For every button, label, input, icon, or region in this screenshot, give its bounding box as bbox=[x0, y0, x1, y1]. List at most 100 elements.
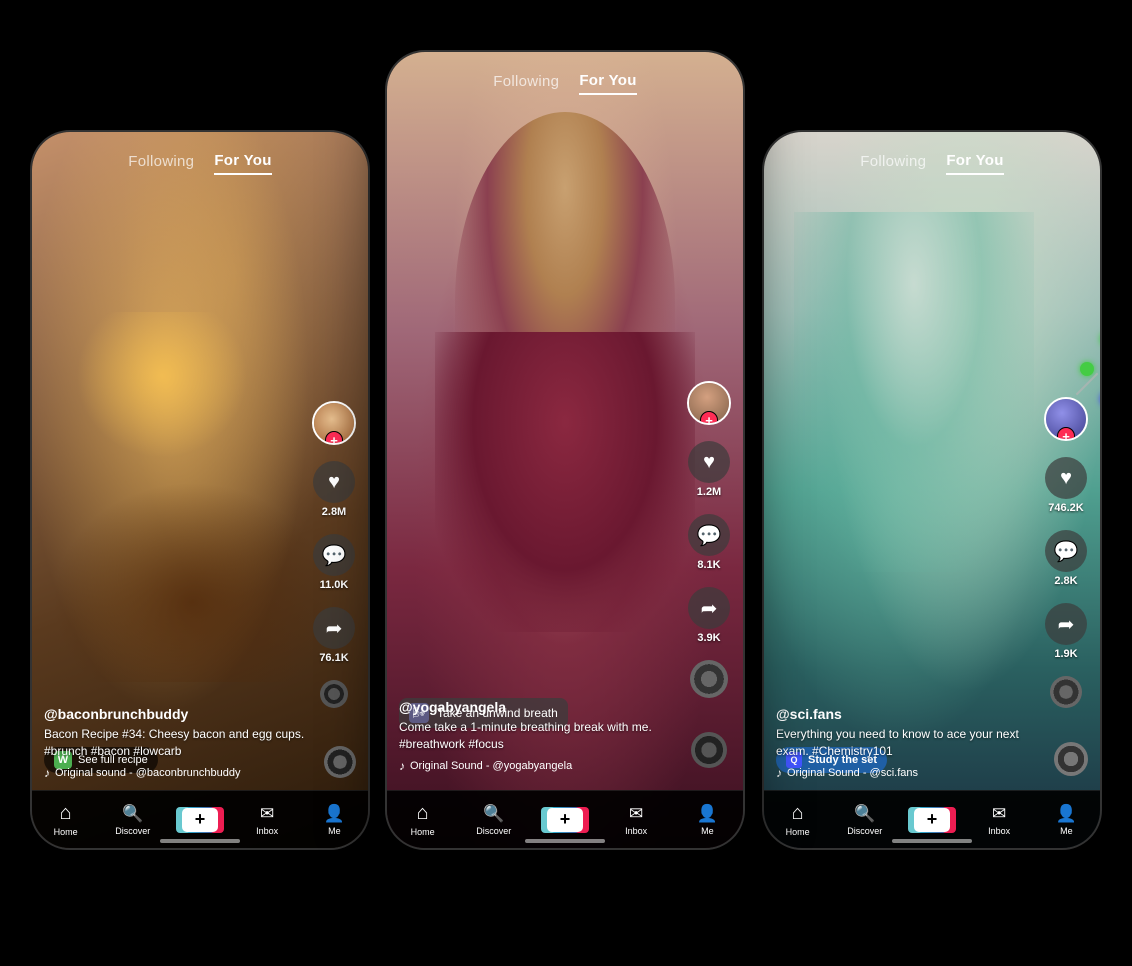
for-you-tab-center[interactable]: For You bbox=[579, 68, 636, 95]
discover-icon-left: 🔍 bbox=[122, 804, 143, 824]
music-note-center: ♪ bbox=[399, 759, 405, 773]
discover-icon-center: 🔍 bbox=[483, 804, 504, 824]
home-label-center: Home bbox=[411, 827, 435, 837]
description-left: Bacon Recipe #34: Cheesy bacon and egg c… bbox=[44, 726, 308, 760]
add-btn-right[interactable]: + bbox=[912, 807, 952, 833]
spinning-disc-center bbox=[691, 732, 727, 768]
like-btn-left[interactable]: ♥ 2.8M bbox=[313, 461, 355, 518]
comment-count-center: 8.1K bbox=[697, 559, 720, 571]
phone-left: Following For You + ♥ 2.8M 💬 11.0K ➦ 76.… bbox=[30, 130, 370, 850]
phone-left-screen: Following For You + ♥ 2.8M 💬 11.0K ➦ 76.… bbox=[32, 132, 368, 848]
me-icon-left: 👤 bbox=[324, 804, 345, 824]
music-disc-right bbox=[1050, 676, 1082, 708]
add-inner-center: + bbox=[547, 808, 583, 832]
music-row-left: ♪ Original sound - @baconbrunchbuddy bbox=[44, 766, 308, 780]
inbox-label-right: Inbox bbox=[988, 826, 1010, 836]
heart-icon-center: ♥ bbox=[688, 441, 730, 483]
like-btn-center[interactable]: ♥ 1.2M bbox=[688, 441, 730, 498]
comment-icon-left: 💬 bbox=[313, 534, 355, 576]
nav-discover-left[interactable]: 🔍 Discover bbox=[108, 804, 158, 836]
inbox-label-center: Inbox bbox=[625, 826, 647, 836]
nav-inbox-left[interactable]: ✉ Inbox bbox=[242, 804, 292, 836]
follow-plus-right[interactable]: + bbox=[1057, 427, 1075, 441]
comment-btn-right[interactable]: 💬 2.8K bbox=[1045, 530, 1087, 587]
nav-home-center[interactable]: ⌂ Home bbox=[398, 802, 448, 837]
nav-home-left[interactable]: ⌂ Home bbox=[41, 802, 91, 837]
add-inner-right: + bbox=[914, 808, 950, 832]
follow-plus-center[interactable]: + bbox=[700, 411, 718, 425]
top-nav-left: Following For You bbox=[32, 132, 368, 175]
discover-label-center: Discover bbox=[476, 826, 511, 836]
like-count-center: 1.2M bbox=[697, 486, 721, 498]
avatar-btn-left[interactable]: + bbox=[312, 401, 356, 445]
comment-count-left: 11.0K bbox=[320, 579, 349, 591]
comment-count-right: 2.8K bbox=[1054, 575, 1077, 587]
comment-btn-center[interactable]: 💬 8.1K bbox=[688, 514, 730, 571]
nav-add-left[interactable]: + bbox=[175, 807, 225, 833]
follow-plus-left[interactable]: + bbox=[325, 431, 343, 445]
right-actions-right: + ♥ 746.2K 💬 2.8K ➦ 1.9K bbox=[1044, 397, 1088, 708]
add-inner-left: + bbox=[182, 808, 218, 832]
username-left: @baconbrunchbuddy bbox=[44, 706, 308, 722]
like-btn-right[interactable]: ♥ 746.2K bbox=[1045, 457, 1087, 514]
music-text-right: Original Sound - @sci.fans bbox=[787, 767, 918, 779]
discover-label-right: Discover bbox=[847, 826, 882, 836]
share-icon-center: ➦ bbox=[688, 587, 730, 629]
me-icon-center: 👤 bbox=[697, 804, 718, 824]
discover-label-left: Discover bbox=[115, 826, 150, 836]
music-note-left: ♪ bbox=[44, 766, 50, 780]
avatar-right: + bbox=[1044, 397, 1088, 441]
spinning-disc-right bbox=[1054, 742, 1088, 776]
following-tab-right[interactable]: Following bbox=[860, 149, 926, 174]
comment-icon-right: 💬 bbox=[1045, 530, 1087, 572]
share-count-center: 3.9K bbox=[697, 632, 720, 644]
share-btn-right[interactable]: ➦ 1.9K bbox=[1045, 603, 1087, 660]
bottom-info-center: @yogabyangela Come take a 1-minute breat… bbox=[399, 699, 683, 773]
share-count-left: 76.1K bbox=[319, 652, 348, 664]
avatar-btn-right[interactable]: + bbox=[1044, 397, 1088, 441]
share-btn-center[interactable]: ➦ 3.9K bbox=[688, 587, 730, 644]
inbox-icon-left: ✉ bbox=[260, 804, 274, 824]
nav-me-left[interactable]: 👤 Me bbox=[309, 804, 359, 836]
phone-right-screen: Following For You + ♥ 746.2K 💬 2.8K ➦ 1.… bbox=[764, 132, 1100, 848]
home-icon-left: ⌂ bbox=[60, 802, 72, 825]
music-row-center: ♪ Original Sound - @yogabyangela bbox=[399, 759, 683, 773]
avatar-left: + bbox=[312, 401, 356, 445]
music-row-right: ♪ Original Sound - @sci.fans bbox=[776, 766, 1040, 780]
description-center: Come take a 1-minute breathing break wit… bbox=[399, 719, 683, 753]
username-right: @sci.fans bbox=[776, 706, 1040, 722]
nav-inbox-right[interactable]: ✉ Inbox bbox=[974, 804, 1024, 836]
right-actions-center: + ♥ 1.2M 💬 8.1K ➦ 3.9K bbox=[687, 381, 731, 698]
right-actions-left: + ♥ 2.8M 💬 11.0K ➦ 76.1K bbox=[312, 401, 356, 708]
nav-home-right[interactable]: ⌂ Home bbox=[773, 802, 823, 837]
share-icon-right: ➦ bbox=[1045, 603, 1087, 645]
nav-add-center[interactable]: + bbox=[540, 807, 590, 833]
nav-me-center[interactable]: 👤 Me bbox=[682, 804, 732, 836]
avatar-btn-center[interactable]: + bbox=[687, 381, 731, 425]
username-center: @yogabyangela bbox=[399, 699, 683, 715]
nav-discover-center[interactable]: 🔍 Discover bbox=[469, 804, 519, 836]
avatar-center: + bbox=[687, 381, 731, 425]
nav-me-right[interactable]: 👤 Me bbox=[1041, 804, 1091, 836]
following-tab-left[interactable]: Following bbox=[128, 149, 194, 174]
comment-icon-center: 💬 bbox=[688, 514, 730, 556]
music-disc-center bbox=[690, 660, 728, 698]
inbox-icon-right: ✉ bbox=[992, 804, 1006, 824]
following-tab-center[interactable]: Following bbox=[493, 69, 559, 94]
comment-btn-left[interactable]: 💬 11.0K bbox=[313, 534, 355, 591]
share-btn-left[interactable]: ➦ 76.1K bbox=[313, 607, 355, 664]
for-you-tab-right[interactable]: For You bbox=[946, 148, 1003, 175]
like-count-left: 2.8M bbox=[322, 506, 346, 518]
me-label-center: Me bbox=[701, 826, 714, 836]
nav-add-right[interactable]: + bbox=[907, 807, 957, 833]
nav-inbox-center[interactable]: ✉ Inbox bbox=[611, 804, 661, 836]
music-text-left: Original sound - @baconbrunchbuddy bbox=[55, 767, 240, 779]
nav-discover-right[interactable]: 🔍 Discover bbox=[840, 804, 890, 836]
heart-icon-left: ♥ bbox=[313, 461, 355, 503]
for-you-tab-left[interactable]: For You bbox=[214, 148, 271, 175]
home-label-right: Home bbox=[786, 827, 810, 837]
add-btn-left[interactable]: + bbox=[180, 807, 220, 833]
share-icon-left: ➦ bbox=[313, 607, 355, 649]
phone-center-screen: Following For You + ♥ 1.2M 💬 8.1K ➦ 3.9K bbox=[387, 52, 743, 848]
add-btn-center[interactable]: + bbox=[545, 807, 585, 833]
